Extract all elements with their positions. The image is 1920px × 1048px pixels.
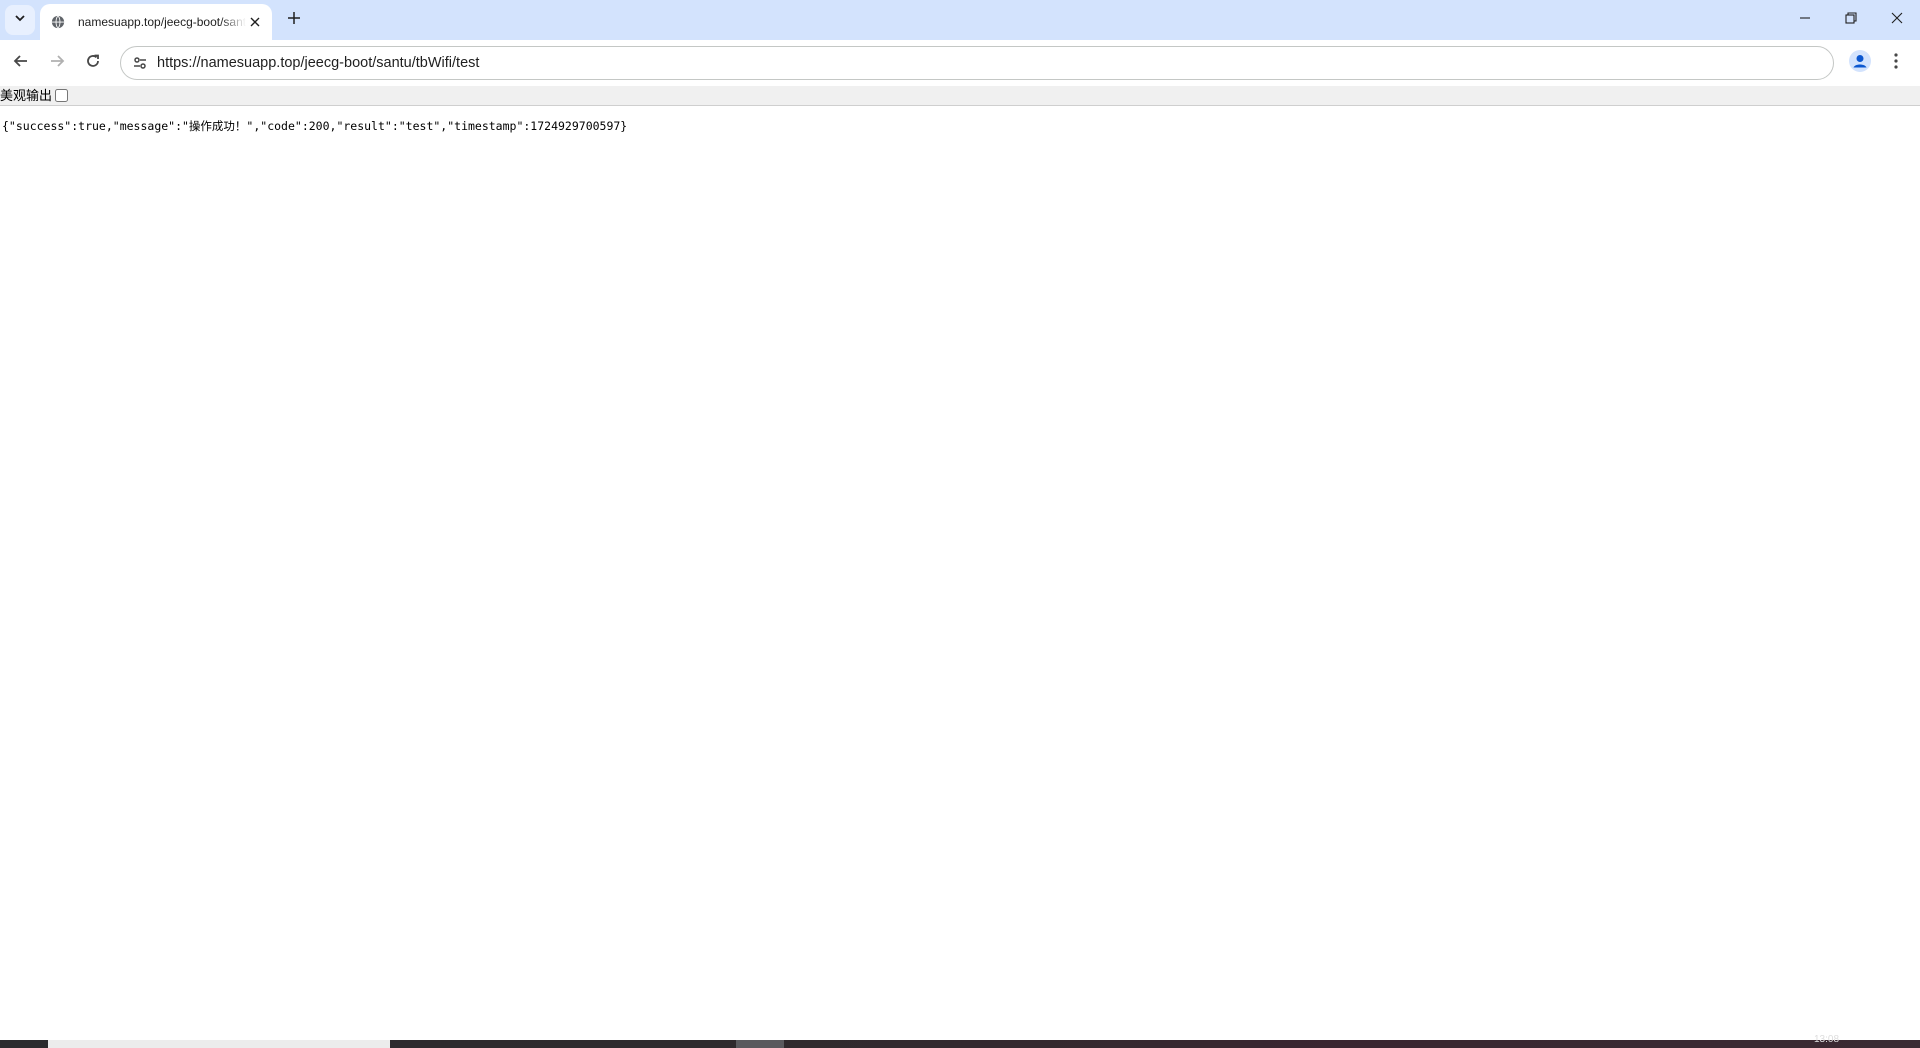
- pretty-print-checkbox[interactable]: [55, 89, 69, 102]
- profile-button[interactable]: [1846, 49, 1874, 77]
- new-tab-button[interactable]: [282, 8, 306, 32]
- back-arrow-icon: [13, 53, 29, 74]
- active-tab[interactable]: namesuapp.top/jeecg-boot/santu/tbWifi/te…: [40, 4, 272, 40]
- restore-button[interactable]: [1828, 0, 1874, 40]
- reload-button[interactable]: [78, 48, 108, 78]
- taskbar-search-box[interactable]: [48, 1040, 390, 1048]
- reload-icon: [85, 53, 101, 74]
- back-button[interactable]: [6, 48, 36, 78]
- browser-menu-button[interactable]: [1882, 49, 1910, 77]
- taskbar-app-button[interactable]: [736, 1040, 784, 1048]
- restore-icon: [1845, 11, 1857, 29]
- plus-icon: [287, 11, 301, 30]
- json-response-text: {"success":true,"message":"操作成功！","code"…: [2, 119, 628, 133]
- url-text[interactable]: https://namesuapp.top/jeecg-boot/santu/t…: [157, 47, 479, 79]
- taskbar-clock: 13:08: [1814, 1034, 1840, 1045]
- pretty-print-bar: 美观输出: [0, 86, 1920, 106]
- close-icon: [1891, 11, 1903, 29]
- profile-icon: [1849, 49, 1871, 77]
- minimize-icon: [1799, 11, 1811, 29]
- tune-icon[interactable]: [131, 54, 149, 72]
- browser-toolbar: https://namesuapp.top/jeecg-boot/santu/t…: [0, 40, 1920, 86]
- tab-title: namesuapp.top/jeecg-boot/santu/tbWifi/te…: [78, 15, 246, 29]
- tab-search-button[interactable]: [5, 5, 35, 35]
- chevron-down-icon: [14, 11, 26, 29]
- close-window-button[interactable]: [1874, 0, 1920, 40]
- taskbar: 13:08: [0, 1034, 1920, 1048]
- address-bar[interactable]: https://namesuapp.top/jeecg-boot/santu/t…: [120, 46, 1834, 80]
- tab-strip: namesuapp.top/jeecg-boot/santu/tbWifi/te…: [0, 0, 1920, 40]
- minimize-button[interactable]: [1782, 0, 1828, 40]
- forward-button[interactable]: [42, 48, 72, 78]
- globe-icon: [50, 14, 66, 30]
- pretty-print-label: 美观输出: [0, 87, 53, 103]
- kebab-menu-icon: [1894, 52, 1898, 74]
- close-icon[interactable]: [246, 13, 264, 31]
- forward-arrow-icon: [49, 53, 65, 74]
